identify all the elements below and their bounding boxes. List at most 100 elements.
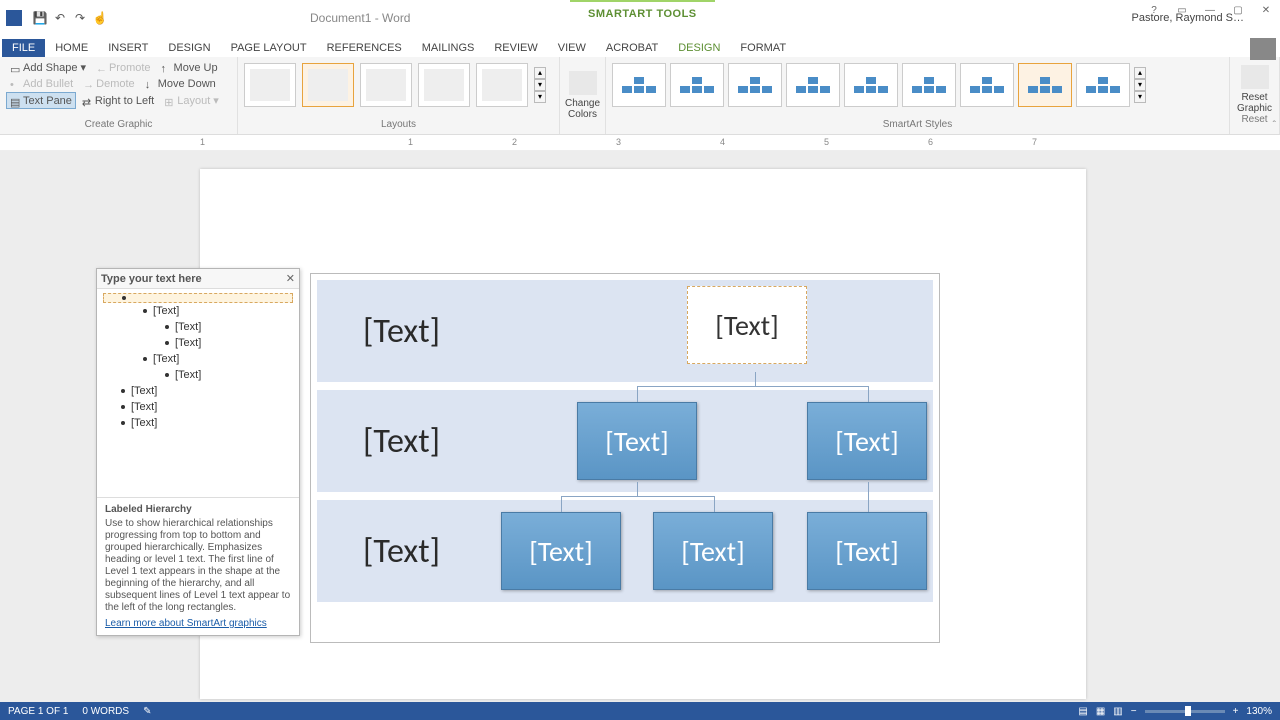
text-pane-list[interactable]: [Text] [Text] [Text] [Text] [Text] [Text… [97, 289, 299, 435]
add-bullet-icon: • [10, 79, 20, 89]
smartart-node[interactable]: [Text] [807, 512, 927, 590]
zoom-level[interactable]: 130% [1246, 706, 1272, 717]
help-icon[interactable]: ? [1140, 0, 1168, 20]
tab-mailings[interactable]: MAILINGS [412, 39, 485, 57]
style-thumb-4[interactable] [786, 63, 840, 107]
tab-insert[interactable]: INSERT [98, 39, 158, 57]
text-pane-header: Type your text here ✕ [97, 269, 299, 289]
style-thumb-6[interactable] [902, 63, 956, 107]
tab-page-layout[interactable]: PAGE LAYOUT [221, 39, 317, 57]
text-pane-item[interactable]: [Text] [103, 399, 293, 415]
layout-thumb-5[interactable] [476, 63, 528, 107]
close-icon[interactable]: ✕ [1252, 0, 1280, 20]
smartart-node[interactable]: [Text] [577, 402, 697, 480]
web-layout-icon[interactable]: ▥ [1113, 706, 1122, 717]
minimize-icon[interactable]: — [1196, 0, 1224, 20]
window-controls: ? ▭ — ▢ ✕ [1140, 0, 1280, 20]
style-thumb-3[interactable] [728, 63, 782, 107]
text-pane-item[interactable]: [Text] [103, 415, 293, 431]
collapse-ribbon-icon[interactable]: ˆ [1273, 120, 1276, 131]
style-thumb-8[interactable] [1018, 63, 1072, 107]
right-to-left-button[interactable]: ⇄Right to Left [78, 92, 158, 109]
tab-design-main[interactable]: DESIGN [158, 39, 220, 57]
connector [561, 496, 715, 497]
zoom-out-icon[interactable]: − [1131, 706, 1137, 717]
demote-button[interactable]: →Demote [79, 76, 139, 92]
style-thumb-1[interactable] [612, 63, 666, 107]
info-description: Use to show hierarchical relationships p… [105, 518, 291, 614]
group-smartart-styles: ▴ ▾ ▾ SmartArt Styles [606, 57, 1230, 134]
ribbon-options-icon[interactable]: ▭ [1168, 0, 1196, 20]
tab-file[interactable]: FILE [2, 39, 45, 57]
tab-acrobat[interactable]: ACROBAT [596, 39, 668, 57]
smartart-row-3[interactable]: [Text] [Text] [Text] [Text] [317, 500, 933, 602]
text-pane-button[interactable]: ▤Text Pane [6, 92, 76, 109]
text-pane-item[interactable] [103, 293, 293, 303]
tab-format[interactable]: FORMAT [730, 39, 796, 57]
user-avatar[interactable] [1250, 38, 1276, 60]
move-up-button[interactable]: ↑Move Up [157, 59, 222, 76]
move-down-button[interactable]: ↓Move Down [141, 76, 220, 92]
smartart-node[interactable]: [Text] [807, 402, 927, 480]
spellcheck-icon[interactable]: ✎ [143, 706, 151, 717]
style-thumb-9[interactable] [1076, 63, 1130, 107]
read-mode-icon[interactable]: ▤ [1078, 706, 1087, 717]
ribbon: ▭Add Shape ▾ ←Promote ↑Move Up •Add Bull… [0, 57, 1280, 135]
statusbar: PAGE 1 OF 1 0 WORDS ✎ ▤ ▦ ▥ − + 130% [0, 702, 1280, 720]
styles-more[interactable]: ▾ [1134, 91, 1146, 103]
maximize-icon[interactable]: ▢ [1224, 0, 1252, 20]
promote-button[interactable]: ←Promote [92, 59, 155, 76]
smartart-node[interactable]: [Text] [501, 512, 621, 590]
add-shape-icon: ▭ [10, 63, 20, 73]
touch-mode-icon[interactable]: ☝ [92, 10, 108, 26]
style-thumb-2[interactable] [670, 63, 724, 107]
smartart-row-2[interactable]: [Text] [Text] [Text] [317, 390, 933, 492]
smartart-row-1[interactable]: [Text] [Text] [317, 280, 933, 382]
text-pane-item[interactable]: [Text] [103, 383, 293, 399]
text-pane-item[interactable]: [Text] [103, 367, 293, 383]
add-bullet-button[interactable]: •Add Bullet [6, 76, 77, 92]
connector [868, 386, 869, 402]
style-thumb-5[interactable] [844, 63, 898, 107]
add-shape-button[interactable]: ▭Add Shape ▾ [6, 59, 90, 76]
layout-icon: ⊞ [164, 96, 174, 106]
zoom-slider[interactable] [1145, 710, 1225, 713]
tab-view[interactable]: VIEW [548, 39, 596, 57]
connector [755, 372, 756, 386]
print-layout-icon[interactable]: ▦ [1096, 706, 1105, 717]
text-pane-item[interactable]: [Text] [103, 319, 293, 335]
smartart-node[interactable]: [Text] [653, 512, 773, 590]
layout-thumb-4[interactable] [418, 63, 470, 107]
tab-review[interactable]: REVIEW [484, 39, 547, 57]
titlebar: 💾 ↶ ↷ ☝ Document1 - Word SMARTART TOOLS … [0, 0, 1280, 35]
text-pane-item[interactable]: [Text] [103, 351, 293, 367]
text-pane-item[interactable]: [Text] [103, 335, 293, 351]
word-count[interactable]: 0 WORDS [82, 706, 129, 717]
tab-references[interactable]: REFERENCES [317, 39, 412, 57]
ribbon-tabs: FILE HOME INSERT DESIGN PAGE LAYOUT REFE… [0, 35, 1280, 57]
layout-thumb-1[interactable] [244, 63, 296, 107]
tab-design[interactable]: DESIGN [668, 39, 730, 57]
layout-thumb-3[interactable] [360, 63, 412, 107]
layout-button[interactable]: ⊞Layout ▾ [160, 92, 223, 109]
zoom-in-icon[interactable]: + [1233, 706, 1239, 717]
text-pane-item[interactable]: [Text] [103, 303, 293, 319]
learn-more-link[interactable]: Learn more about SmartArt graphics [105, 618, 267, 629]
undo-icon[interactable]: ↶ [52, 10, 68, 26]
layout-thumb-2[interactable] [302, 63, 354, 107]
layouts-scroll-down[interactable]: ▾ [534, 79, 546, 91]
text-pane-close-icon[interactable]: ✕ [286, 272, 295, 285]
change-colors-button[interactable]: Change Colors [560, 57, 606, 134]
page-indicator[interactable]: PAGE 1 OF 1 [8, 706, 68, 717]
styles-scroll-down[interactable]: ▾ [1134, 79, 1146, 91]
text-pane-info: Labeled Hierarchy Use to show hierarchic… [97, 497, 299, 635]
save-icon[interactable]: 💾 [32, 10, 48, 26]
smartart-top-node[interactable]: [Text] [687, 286, 807, 364]
redo-icon[interactable]: ↷ [72, 10, 88, 26]
layouts-more[interactable]: ▾ [534, 91, 546, 103]
tab-home[interactable]: HOME [45, 39, 98, 57]
styles-scroll-up[interactable]: ▴ [1134, 67, 1146, 79]
smartart-graphic[interactable]: [Text] [Text] [Text] [Text] [Text] [Text… [310, 273, 940, 643]
layouts-scroll-up[interactable]: ▴ [534, 67, 546, 79]
style-thumb-7[interactable] [960, 63, 1014, 107]
